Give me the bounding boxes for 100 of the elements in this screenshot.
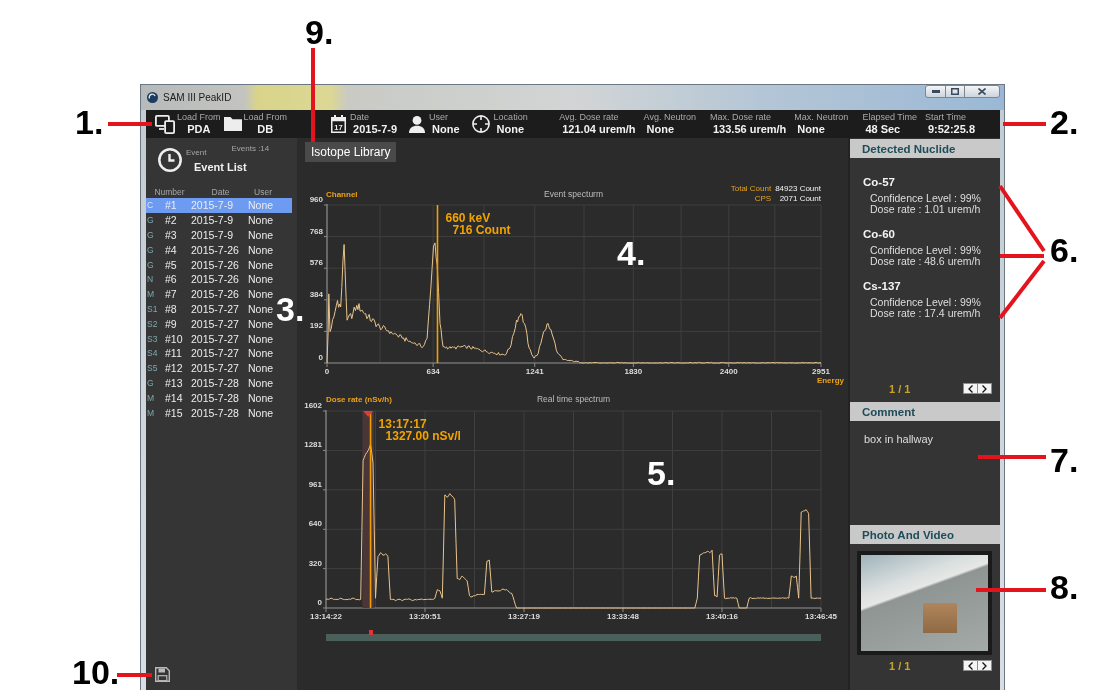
event-user: None xyxy=(248,258,275,271)
event-row[interactable]: G #2 2015-7-9 None xyxy=(146,212,292,228)
stat-label: Total Count xyxy=(730,184,772,194)
reading-value: 9:52:25.8 xyxy=(926,123,975,136)
load-button[interactable]: Load From DB xyxy=(223,112,288,136)
event-row[interactable]: M #14 2015-7-28 None xyxy=(146,390,292,406)
nuclide-dose-rate: Dose rate : 48.6 urem/h xyxy=(869,256,982,267)
event-number: #6 xyxy=(165,273,178,286)
event-row[interactable]: S4 #11 2015-7-27 None xyxy=(146,345,292,361)
callout-number: 7. xyxy=(1050,443,1079,477)
callout-number: 5. xyxy=(647,456,676,490)
callout-number: 9. xyxy=(305,15,334,49)
minimize-button[interactable] xyxy=(925,85,946,98)
stat-value: 2071 Count xyxy=(778,194,821,204)
cursor-label: 716 Count xyxy=(452,223,511,237)
nuclide-confidence: Confidence Level : 99% xyxy=(869,297,982,308)
nuclide-name: Cs-137 xyxy=(863,279,902,293)
event-user: None xyxy=(248,391,275,404)
reading-label: Max. Neutron xyxy=(794,112,849,123)
leader-line xyxy=(117,673,152,677)
axis-tick-label: 1830 xyxy=(624,367,643,376)
axis-tick-label: 13:14:22 xyxy=(310,612,342,621)
event-row[interactable]: G #4 2015-7-26 None xyxy=(146,242,292,258)
close-button[interactable] xyxy=(964,85,1000,98)
event-date: 2015-7-27 xyxy=(191,347,240,360)
event-user: None xyxy=(248,362,275,375)
reading-value: 133.56 urem/h xyxy=(711,123,787,136)
callout-number: 2. xyxy=(1050,105,1079,139)
triangle-marker-icon xyxy=(363,411,374,417)
event-date: 2015-7-28 xyxy=(191,391,240,404)
event-row[interactable]: N #6 2015-7-26 None xyxy=(146,272,292,287)
axis-tick-label: 192 xyxy=(309,321,323,331)
axis-tick-label: 13:40:16 xyxy=(706,612,738,621)
event-date: 2015-7-28 xyxy=(191,376,240,389)
event-number: #1 xyxy=(165,199,178,212)
event-date: 2015-7-26 xyxy=(191,288,240,301)
maximize-button[interactable] xyxy=(945,85,965,98)
callout-number: 1. xyxy=(75,105,104,139)
event-number: #2 xyxy=(165,214,178,227)
event-type-tag: S5 xyxy=(146,363,165,374)
event-date: 2015-7-9 xyxy=(191,229,235,241)
callout-number: 6. xyxy=(1050,233,1079,267)
close-icon xyxy=(978,88,986,95)
isotope-library-button[interactable]: Isotope Library xyxy=(305,142,397,162)
panel-caption: Event xyxy=(186,148,207,157)
field-value: None xyxy=(431,123,460,136)
chevron-right-icon xyxy=(982,661,987,670)
leader-line xyxy=(976,588,1046,592)
event-user: None xyxy=(248,332,275,345)
section-header: Detected Nuclide xyxy=(850,139,1000,158)
nuclide-name: Co-60 xyxy=(863,227,896,241)
event-number: #14 xyxy=(165,391,184,404)
reading-label: Max. Dose rate xyxy=(709,112,772,123)
axis-tick-label: 634 xyxy=(426,367,440,376)
timeline-marker[interactable] xyxy=(368,630,373,635)
axis-tick-label: 13:46:45 xyxy=(805,612,837,621)
devices-icon xyxy=(155,114,175,134)
leader-line xyxy=(1003,122,1046,126)
event-row[interactable]: G #3 2015-7-9 None xyxy=(146,227,292,243)
reading-value: None xyxy=(796,123,826,136)
panel-title: Event List xyxy=(193,161,248,173)
event-row[interactable]: G #5 2015-7-26 None xyxy=(146,257,292,272)
comment-text: box in hallway xyxy=(864,433,934,445)
event-type-tag: C xyxy=(146,200,165,211)
section-header: Photo And Video xyxy=(850,525,1000,544)
event-row[interactable]: S3 #10 2015-7-27 None xyxy=(146,331,292,346)
timeline-track[interactable] xyxy=(326,630,821,641)
event-row[interactable]: G #13 2015-7-28 None xyxy=(146,375,292,391)
app-logo-icon xyxy=(147,92,158,103)
field-label: Date xyxy=(350,112,370,123)
event-number: #9 xyxy=(165,317,178,330)
nuclide-confidence: Confidence Level : 99% xyxy=(869,245,982,256)
event-user: None xyxy=(248,317,275,330)
event-type-tag: S4 xyxy=(146,348,165,359)
event-row[interactable]: M #15 2015-7-28 None xyxy=(146,405,292,420)
event-user: None xyxy=(248,229,275,241)
axis-tick-label: 961 xyxy=(308,479,322,489)
save-icon[interactable] xyxy=(155,667,170,682)
window-title: SAM III PeakID xyxy=(163,92,232,103)
axis-tick-label: 2951 xyxy=(812,367,830,376)
cursor-label: 1327.00 nSv/l xyxy=(385,429,461,443)
load-button[interactable]: Load From PDA xyxy=(155,112,221,136)
event-number: #10 xyxy=(165,332,184,345)
stat-label: CPS xyxy=(753,194,772,204)
next-page-button[interactable] xyxy=(977,660,992,671)
axis-title: Channel xyxy=(326,189,358,199)
event-type-tag: M xyxy=(146,289,165,300)
axis-tick-label: 384 xyxy=(309,289,323,299)
event-date: 2015-7-26 xyxy=(191,273,240,286)
leader-line xyxy=(108,122,152,126)
nuclide-confidence: Confidence Level : 99% xyxy=(869,193,982,204)
event-row[interactable]: S5 #12 2015-7-27 None xyxy=(146,360,292,376)
event-type-tag: G xyxy=(146,230,165,240)
nuclide-dose-rate: Dose rate : 17.4 urem/h xyxy=(869,308,982,319)
event-number: #3 xyxy=(165,229,178,241)
cursor-label: 13:17:17 xyxy=(378,417,427,431)
column-header: Date xyxy=(210,187,231,197)
next-page-button[interactable] xyxy=(977,383,992,394)
axis-tick-label: 0 xyxy=(324,367,330,376)
event-date: 2015-7-28 xyxy=(191,406,240,419)
